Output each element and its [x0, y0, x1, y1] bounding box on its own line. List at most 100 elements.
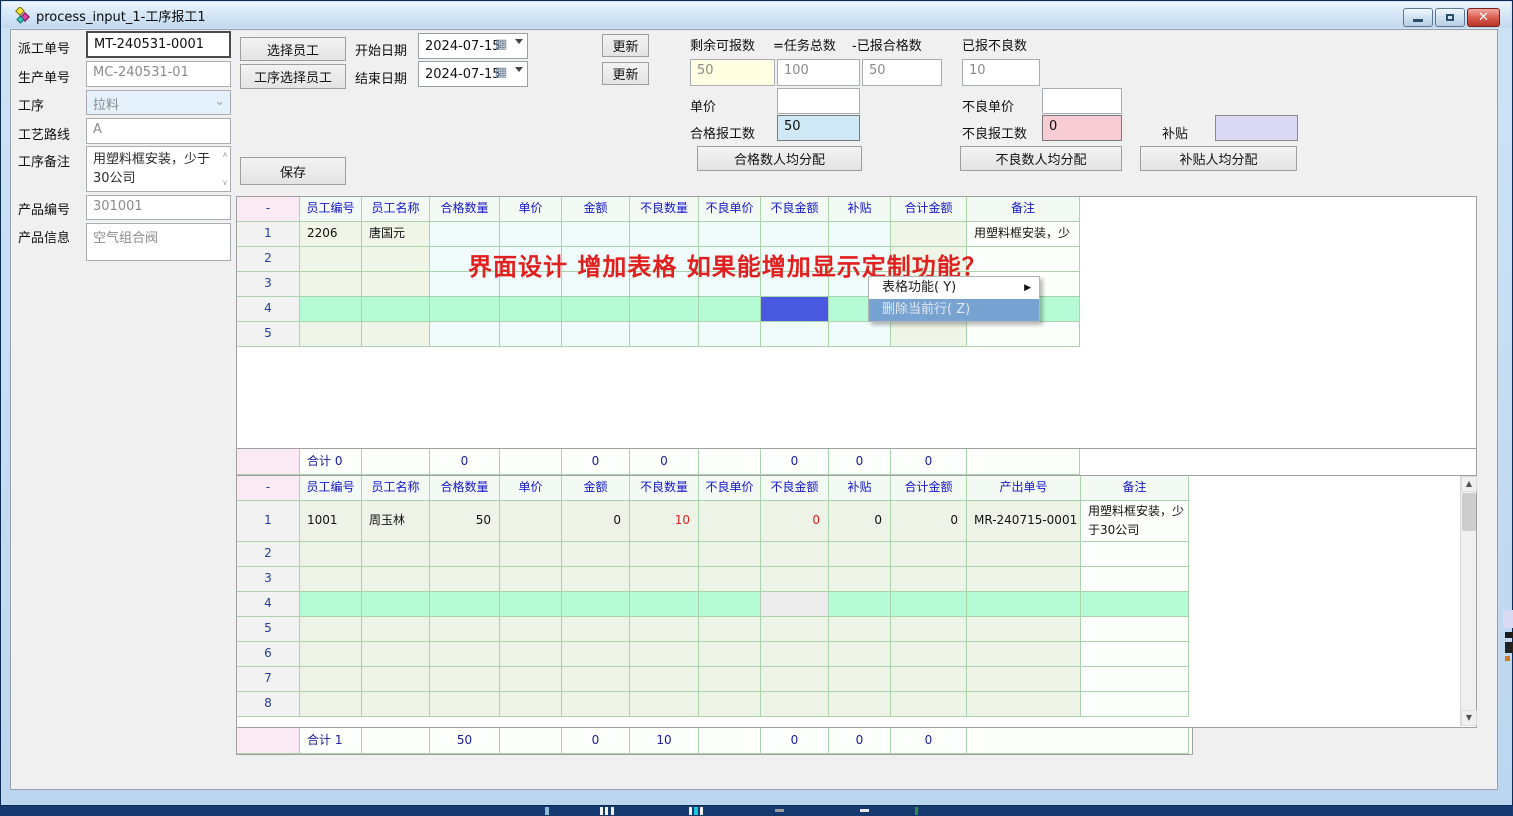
- table-cell[interactable]: [761, 542, 829, 567]
- table-cell[interactable]: [362, 297, 430, 322]
- table-cell[interactable]: 周玉林: [362, 501, 430, 542]
- column-header[interactable]: -: [237, 197, 300, 222]
- total-cell[interactable]: 0: [829, 449, 891, 475]
- context-menu-item[interactable]: 删除当前行( Z): [869, 299, 1039, 321]
- column-header[interactable]: 补贴: [829, 197, 891, 222]
- subsidy-field[interactable]: [1215, 115, 1298, 141]
- table-cell[interactable]: [500, 501, 562, 542]
- table-cell[interactable]: [562, 542, 630, 567]
- table-cell[interactable]: [500, 567, 562, 592]
- table-cell[interactable]: [891, 542, 967, 567]
- table-cell[interactable]: [562, 322, 630, 347]
- table-cell[interactable]: [891, 567, 967, 592]
- table-cell[interactable]: [430, 692, 500, 717]
- scroll-down-icon[interactable]: ∨: [222, 179, 228, 187]
- table-cell[interactable]: [630, 222, 699, 247]
- update-end-button[interactable]: 更新: [602, 62, 649, 85]
- table-cell[interactable]: [1081, 542, 1189, 567]
- total-cell[interactable]: 0: [891, 449, 967, 475]
- column-header[interactable]: 单价: [500, 476, 562, 501]
- product-info-textarea[interactable]: 空气组合阀: [86, 223, 231, 261]
- scroll-up-icon[interactable]: ∧: [222, 151, 228, 159]
- scroll-up-button[interactable]: ▲: [1461, 476, 1477, 492]
- table-cell[interactable]: [500, 642, 562, 667]
- table-cell[interactable]: [300, 247, 362, 272]
- bad-report-count-field[interactable]: 0: [1042, 115, 1122, 141]
- table-cell[interactable]: [430, 642, 500, 667]
- distribute-subsidy-button[interactable]: 补贴人均分配: [1140, 146, 1297, 171]
- process-note-textarea[interactable]: 用塑料框安装，少于30公司 ∧ ∨: [86, 146, 231, 192]
- table-cell[interactable]: [300, 692, 362, 717]
- total-cell[interactable]: 合计 0: [300, 449, 362, 475]
- table-cell[interactable]: [1081, 592, 1189, 617]
- column-header[interactable]: 员工名称: [362, 197, 430, 222]
- select-employee-button[interactable]: 选择员工: [240, 37, 346, 61]
- table-cell[interactable]: 0: [829, 501, 891, 542]
- total-cell[interactable]: 0: [562, 728, 630, 754]
- minimize-button[interactable]: [1403, 8, 1433, 27]
- column-header[interactable]: 员工编号: [300, 476, 362, 501]
- table-cell[interactable]: [967, 617, 1081, 642]
- table-cell[interactable]: [829, 617, 891, 642]
- table-cell[interactable]: [630, 297, 699, 322]
- column-header[interactable]: 不良金额: [761, 476, 829, 501]
- distribute-ok-button[interactable]: 合格数人均分配: [697, 146, 862, 171]
- column-header[interactable]: 员工名称: [362, 476, 430, 501]
- table-cell[interactable]: [500, 692, 562, 717]
- table-cell[interactable]: [891, 322, 967, 347]
- table-cell[interactable]: 50: [430, 501, 500, 542]
- table-cell[interactable]: [891, 667, 967, 692]
- table-cell[interactable]: [630, 592, 699, 617]
- table-cell[interactable]: [761, 667, 829, 692]
- table-cell[interactable]: [761, 222, 829, 247]
- total-cell[interactable]: [237, 728, 300, 754]
- bad-unit-price-field[interactable]: [1042, 88, 1122, 114]
- table-cell[interactable]: [430, 592, 500, 617]
- total-cell[interactable]: 0: [761, 728, 829, 754]
- table-cell[interactable]: [430, 297, 500, 322]
- table-cell[interactable]: [630, 542, 699, 567]
- table-cell[interactable]: [562, 592, 630, 617]
- dispatch-no-input[interactable]: MT-240531-0001: [86, 31, 231, 58]
- remaining-field[interactable]: 50: [690, 59, 775, 86]
- process-select-employee-button[interactable]: 工序选择员工: [240, 64, 346, 89]
- column-header[interactable]: 单价: [500, 197, 562, 222]
- total-cell[interactable]: 50: [430, 728, 500, 754]
- context-menu-item[interactable]: 表格功能( Y)▶: [869, 277, 1039, 299]
- table-cell[interactable]: [630, 567, 699, 592]
- process-combobox[interactable]: 拉料 ⌄: [86, 90, 231, 115]
- table-cell[interactable]: [967, 667, 1081, 692]
- column-header[interactable]: 合格数量: [430, 197, 500, 222]
- table-cell[interactable]: 2206: [300, 222, 362, 247]
- end-date-picker[interactable]: 2024-07-15 ▦: [418, 61, 528, 87]
- table-cell[interactable]: [829, 592, 891, 617]
- save-button[interactable]: 保存: [240, 157, 346, 185]
- table-cell[interactable]: [1081, 617, 1189, 642]
- table-cell[interactable]: [829, 692, 891, 717]
- table-cell[interactable]: MR-240715-0001: [967, 501, 1081, 542]
- table-cell[interactable]: [829, 542, 891, 567]
- table-cell[interactable]: [562, 692, 630, 717]
- table-cell[interactable]: [562, 297, 630, 322]
- table-cell[interactable]: [500, 322, 562, 347]
- table-cell[interactable]: [500, 617, 562, 642]
- ok-report-count-field[interactable]: 50: [777, 115, 860, 141]
- table-cell[interactable]: 1001: [300, 501, 362, 542]
- total-cell[interactable]: [967, 728, 1189, 754]
- total-cell[interactable]: 合计 1: [300, 728, 362, 754]
- table-cell[interactable]: [699, 667, 761, 692]
- table-cell[interactable]: [891, 642, 967, 667]
- table-cell[interactable]: [967, 692, 1081, 717]
- table-cell[interactable]: [761, 617, 829, 642]
- column-header[interactable]: 金额: [562, 197, 630, 222]
- vertical-scrollbar[interactable]: ▲ ▼: [1460, 476, 1476, 726]
- table-cell[interactable]: [829, 567, 891, 592]
- table-cell[interactable]: [430, 542, 500, 567]
- table-cell[interactable]: 唐国元: [362, 222, 430, 247]
- table-cell[interactable]: [761, 642, 829, 667]
- total-cell[interactable]: 0: [891, 728, 967, 754]
- table-cell[interactable]: [699, 617, 761, 642]
- table-cell[interactable]: [562, 617, 630, 642]
- table-cell[interactable]: [891, 222, 967, 247]
- table-cell[interactable]: [699, 501, 761, 542]
